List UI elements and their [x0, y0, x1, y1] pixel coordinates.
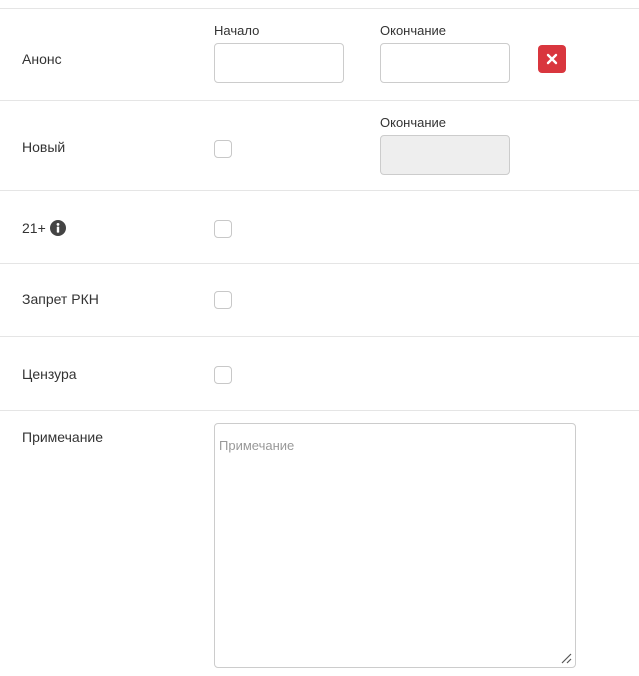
announce-start-input[interactable] — [214, 43, 344, 83]
announce-end-caption: Окончание — [380, 23, 447, 38]
row-announce: Анонс Начало Окончание — [0, 8, 639, 100]
new-checkbox[interactable] — [214, 140, 232, 158]
row-new: Новый Окончание — [0, 100, 639, 190]
note-label: Примечание — [22, 429, 104, 445]
close-icon — [546, 53, 558, 65]
rkn-ban-checkbox[interactable] — [214, 291, 232, 309]
new-label: Новый — [22, 139, 66, 155]
age21-label-wrap: 21+ — [22, 220, 66, 236]
row-censorship: Цензура — [0, 336, 639, 410]
new-end-caption: Окончание — [380, 115, 447, 130]
row-rkn-ban: Запрет РКН — [0, 263, 639, 336]
row-age21: 21+ — [0, 190, 639, 263]
age21-checkbox[interactable] — [214, 220, 232, 238]
age21-label: 21+ — [22, 220, 46, 236]
censorship-checkbox[interactable] — [214, 366, 232, 384]
announce-start-caption: Начало — [214, 23, 260, 38]
rkn-ban-label: Запрет РКН — [22, 291, 99, 307]
content-form: Анонс Начало Окончание Новый Окончание 2… — [0, 0, 639, 676]
info-icon[interactable] — [49, 220, 66, 236]
clear-announce-button[interactable] — [538, 45, 566, 73]
announce-end-input[interactable] — [380, 43, 510, 83]
censorship-label: Цензура — [22, 366, 77, 382]
resize-handle-icon[interactable] — [560, 652, 572, 664]
note-placeholder: Примечание — [219, 438, 295, 453]
note-textarea[interactable]: Примечание — [214, 423, 576, 668]
new-end-input — [380, 135, 510, 175]
announce-label: Анонс — [22, 51, 62, 67]
